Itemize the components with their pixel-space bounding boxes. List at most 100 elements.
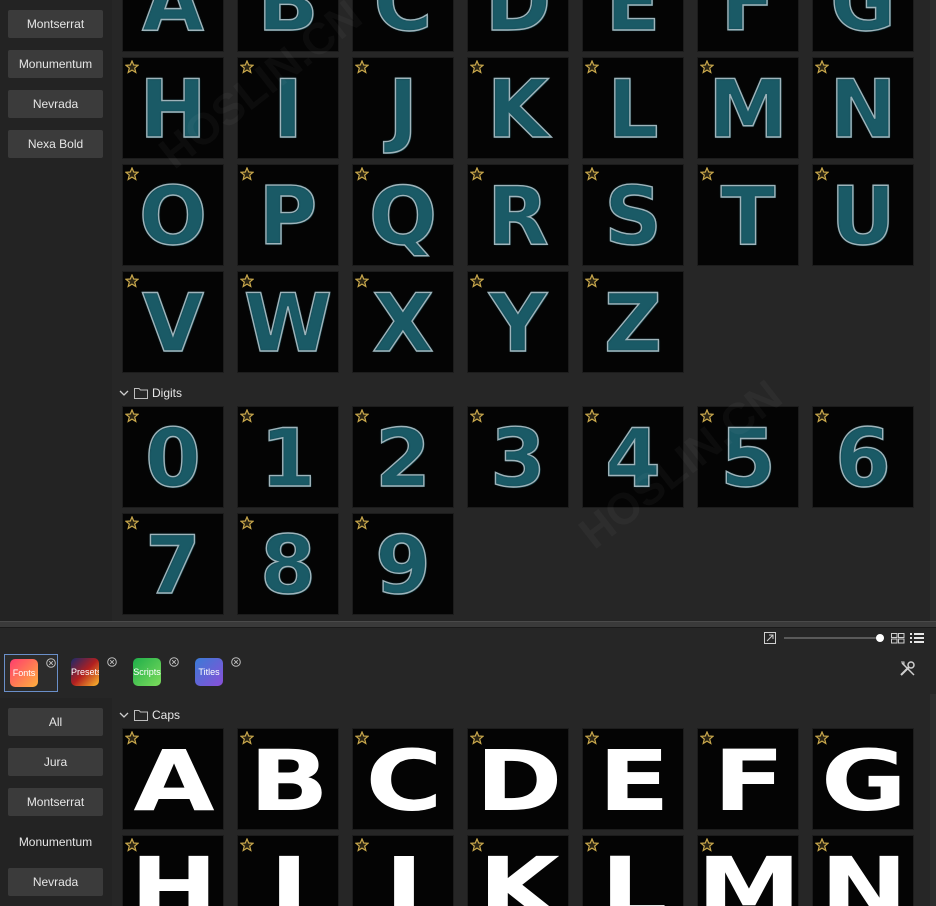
glyph-tile[interactable]: B <box>237 728 339 830</box>
star-icon[interactable] <box>700 838 714 852</box>
glyph-tile[interactable]: 5 <box>697 406 799 508</box>
star-icon[interactable] <box>125 167 139 181</box>
list-view-icon[interactable] <box>910 632 924 644</box>
glyph-tile[interactable]: 1 <box>237 406 339 508</box>
glyph-tile[interactable]: E <box>582 728 684 830</box>
glyph-tile[interactable]: E <box>582 0 684 52</box>
glyph-tile[interactable]: 0 <box>122 406 224 508</box>
star-icon[interactable] <box>240 409 254 423</box>
glyph-tile[interactable]: F <box>697 0 799 52</box>
glyph-tile[interactable]: 7 <box>122 513 224 615</box>
star-icon[interactable] <box>700 60 714 74</box>
glyph-tile[interactable]: V <box>122 271 224 373</box>
star-icon[interactable] <box>815 60 829 74</box>
glyph-tile[interactable]: H <box>122 57 224 159</box>
star-icon[interactable] <box>470 60 484 74</box>
glyph-tile[interactable]: M <box>697 835 799 906</box>
glyph-tile[interactable]: D <box>467 728 569 830</box>
glyph-tile[interactable]: 3 <box>467 406 569 508</box>
star-icon[interactable] <box>700 731 714 745</box>
star-icon[interactable] <box>585 167 599 181</box>
star-icon[interactable] <box>240 274 254 288</box>
star-icon[interactable] <box>585 274 599 288</box>
font-category-button[interactable]: Monumentum <box>8 828 103 856</box>
star-icon[interactable] <box>240 167 254 181</box>
star-icon[interactable] <box>470 409 484 423</box>
star-icon[interactable] <box>355 167 369 181</box>
close-circle-icon[interactable] <box>231 657 241 667</box>
glyph-tile[interactable]: N <box>812 57 914 159</box>
glyph-tile[interactable]: B <box>237 0 339 52</box>
glyph-tile[interactable]: A <box>122 0 224 52</box>
font-category-button[interactable]: Jura <box>8 748 103 776</box>
glyph-tile[interactable]: K <box>467 57 569 159</box>
glyph-tile[interactable]: F <box>697 728 799 830</box>
glyph-tile[interactable]: 2 <box>352 406 454 508</box>
star-icon[interactable] <box>355 731 369 745</box>
library-tab[interactable]: Scripts <box>128 654 182 692</box>
star-icon[interactable] <box>240 516 254 530</box>
scrollbar[interactable] <box>930 694 936 906</box>
close-circle-icon[interactable] <box>107 657 117 667</box>
glyph-tile[interactable]: P <box>237 164 339 266</box>
glyph-tile[interactable]: C <box>352 0 454 52</box>
star-icon[interactable] <box>240 838 254 852</box>
glyph-tile[interactable]: I <box>237 57 339 159</box>
glyph-tile[interactable]: J <box>352 57 454 159</box>
star-icon[interactable] <box>815 838 829 852</box>
glyph-tile[interactable]: U <box>812 164 914 266</box>
font-category-button[interactable]: Nevrada <box>8 90 103 118</box>
tools-icon[interactable] <box>899 660 916 677</box>
font-category-button[interactable]: Montserrat <box>8 788 103 816</box>
font-category-button[interactable]: Montserrat <box>8 10 103 38</box>
star-icon[interactable] <box>585 838 599 852</box>
star-icon[interactable] <box>470 838 484 852</box>
glyph-tile[interactable]: Y <box>467 271 569 373</box>
section-header[interactable]: Caps <box>118 707 180 723</box>
star-icon[interactable] <box>815 167 829 181</box>
star-icon[interactable] <box>355 409 369 423</box>
glyph-tile[interactable]: O <box>122 164 224 266</box>
glyph-tile[interactable]: R <box>467 164 569 266</box>
pane-splitter[interactable] <box>0 621 936 628</box>
star-icon[interactable] <box>355 274 369 288</box>
glyph-tile[interactable]: 9 <box>352 513 454 615</box>
glyph-tile[interactable]: A <box>122 728 224 830</box>
fit-view-icon[interactable] <box>764 632 776 644</box>
star-icon[interactable] <box>470 167 484 181</box>
star-icon[interactable] <box>355 838 369 852</box>
glyph-tile[interactable]: D <box>467 0 569 52</box>
star-icon[interactable] <box>815 731 829 745</box>
star-icon[interactable] <box>240 60 254 74</box>
glyph-tile[interactable]: 6 <box>812 406 914 508</box>
star-icon[interactable] <box>700 409 714 423</box>
glyph-tile[interactable]: Q <box>352 164 454 266</box>
star-icon[interactable] <box>585 409 599 423</box>
star-icon[interactable] <box>585 60 599 74</box>
glyph-tile[interactable]: I <box>237 835 339 906</box>
library-tab[interactable]: Presets <box>66 654 120 692</box>
library-tab[interactable]: Titles <box>190 654 244 692</box>
grid-view-icon[interactable] <box>891 633 905 644</box>
star-icon[interactable] <box>125 516 139 530</box>
library-tab[interactable]: Fonts <box>4 654 58 692</box>
star-icon[interactable] <box>355 516 369 530</box>
thumbnail-size-slider[interactable] <box>784 637 884 639</box>
star-icon[interactable] <box>240 731 254 745</box>
glyph-tile[interactable]: Z <box>582 271 684 373</box>
glyph-tile[interactable]: J <box>352 835 454 906</box>
glyph-tile[interactable]: L <box>582 57 684 159</box>
star-icon[interactable] <box>125 731 139 745</box>
star-icon[interactable] <box>355 60 369 74</box>
chevron-down-icon[interactable] <box>118 709 130 721</box>
glyph-tile[interactable]: 8 <box>237 513 339 615</box>
glyph-tile[interactable]: M <box>697 57 799 159</box>
glyph-tile[interactable]: X <box>352 271 454 373</box>
star-icon[interactable] <box>125 838 139 852</box>
glyph-tile[interactable]: C <box>352 728 454 830</box>
close-circle-icon[interactable] <box>169 657 179 667</box>
close-circle-icon[interactable] <box>46 658 56 668</box>
star-icon[interactable] <box>700 167 714 181</box>
star-icon[interactable] <box>585 731 599 745</box>
glyph-tile[interactable]: H <box>122 835 224 906</box>
